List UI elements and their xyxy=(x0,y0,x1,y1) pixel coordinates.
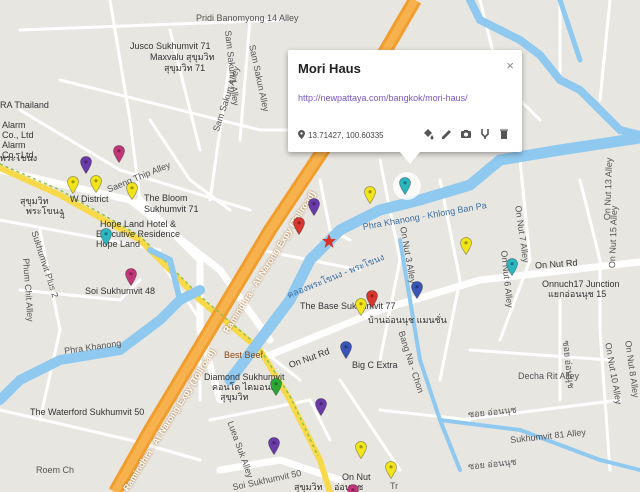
pin-blue-1[interactable] xyxy=(411,281,423,299)
paint-bucket-icon[interactable] xyxy=(422,127,434,140)
label-bloom1: The Bloom xyxy=(144,193,188,203)
pin-purple-3[interactable] xyxy=(315,398,327,416)
label-alarm2: Alarm xyxy=(2,140,26,150)
label-diamond2: คอนโด ไดมอนด์ xyxy=(212,382,277,392)
label-diamond3: สุขุมวิท xyxy=(220,392,249,402)
pin-purple-1[interactable] xyxy=(80,156,92,174)
info-window-link[interactable]: http://newpattaya.com/bangkok/mori-haus/ xyxy=(298,93,468,103)
pin-yellow-4[interactable] xyxy=(364,186,376,204)
location-pin-icon xyxy=(298,130,305,139)
label-on-nut-bts: On Nut xyxy=(342,472,371,482)
coords-text: 13.71427, 100.60335 xyxy=(308,131,384,140)
label-sukhumvit71: สุขุมวิท 71 xyxy=(164,63,206,73)
pin-yellow-7[interactable] xyxy=(355,441,367,459)
pin-yellow-1[interactable] xyxy=(67,176,79,194)
edit-pencil-icon[interactable] xyxy=(441,127,453,139)
pin-blue-2[interactable] xyxy=(340,341,352,359)
label-soi4: 4 xyxy=(60,211,66,221)
label-onnuch17-b: แยกอ่อนนุช 15 xyxy=(548,289,607,299)
label-onnuch17-a: Onnuch17 Junction xyxy=(542,279,620,289)
pin-yellow-3[interactable] xyxy=(126,182,138,200)
label-reddot: Tr xyxy=(390,481,399,491)
label-ra-thailand: RA Thailand xyxy=(0,100,49,110)
map-view[interactable]: Pridi Banomyong 14 Alley Jusco Sukhumvit… xyxy=(0,0,640,492)
pin-teal-selected[interactable] xyxy=(399,177,411,195)
pin-green-1[interactable] xyxy=(270,378,282,396)
label-wdistrict: W District xyxy=(70,194,109,204)
label-base-thai: บ้านอ่อนนุช แมนชั่น xyxy=(368,315,447,325)
label-thai-sukh2: สุขุมวิท xyxy=(294,482,323,492)
pin-yellow-5[interactable] xyxy=(460,237,472,255)
pin-purple-4[interactable] xyxy=(268,437,280,455)
pin-yellow-2[interactable] xyxy=(90,175,102,193)
label-pridi-alley: Pridi Banomyong 14 Alley xyxy=(196,13,299,23)
label-jusco: Jusco Sukhumvit 71 xyxy=(130,41,211,51)
label-maxvalu: Maxvalu สุขุมวิท xyxy=(150,52,215,62)
close-icon[interactable]: × xyxy=(506,58,514,73)
pin-pink-1[interactable] xyxy=(113,145,125,163)
label-soi-sukhumvit48: Soi Sukhumvit 48 xyxy=(85,286,156,296)
pin-pink-3[interactable] xyxy=(347,484,359,492)
label-bigc: Big C Extra xyxy=(352,360,398,370)
pin-purple-2[interactable] xyxy=(308,198,320,216)
label-thai-sukhumvit: สุขุมวิท xyxy=(20,196,49,206)
label-decha: Decha Rit Alley xyxy=(518,371,580,381)
label-bloom2: Sukhumvit 71 xyxy=(144,204,199,214)
camera-icon[interactable] xyxy=(460,127,472,139)
info-window-coords: 13.71427, 100.60335 xyxy=(298,130,384,140)
info-window-title: Mori Haus xyxy=(298,61,361,76)
label-alarm1b: Co., Ltd xyxy=(2,130,34,140)
pin-yellow-8[interactable] xyxy=(385,461,397,479)
label-phra-thai: พระโขนง xyxy=(0,153,38,163)
label-base-sukhumvit: The Base Sukhumvit 77 xyxy=(300,301,396,311)
directions-icon[interactable] xyxy=(479,127,491,139)
pin-red-2[interactable] xyxy=(366,290,378,308)
pin-teal-1[interactable] xyxy=(100,228,112,246)
trash-icon[interactable] xyxy=(498,127,510,139)
label-roem: Roem Ch xyxy=(36,465,75,475)
info-window: Mori Haus × http://newpattaya.com/bangko… xyxy=(288,50,522,164)
label-thai-phra: พระโขนง xyxy=(26,206,64,216)
info-window-toolbar xyxy=(422,127,510,140)
label-waterford: The Waterford Sukhumvit 50 xyxy=(30,407,145,417)
pin-red-1[interactable] xyxy=(293,217,305,235)
pin-teal-2[interactable] xyxy=(506,258,518,276)
label-alarm1: Alarm xyxy=(2,120,26,130)
label-best-beef: Best Beef xyxy=(224,350,264,360)
star-marker[interactable] xyxy=(321,233,337,249)
pin-pink-2[interactable] xyxy=(125,268,137,286)
